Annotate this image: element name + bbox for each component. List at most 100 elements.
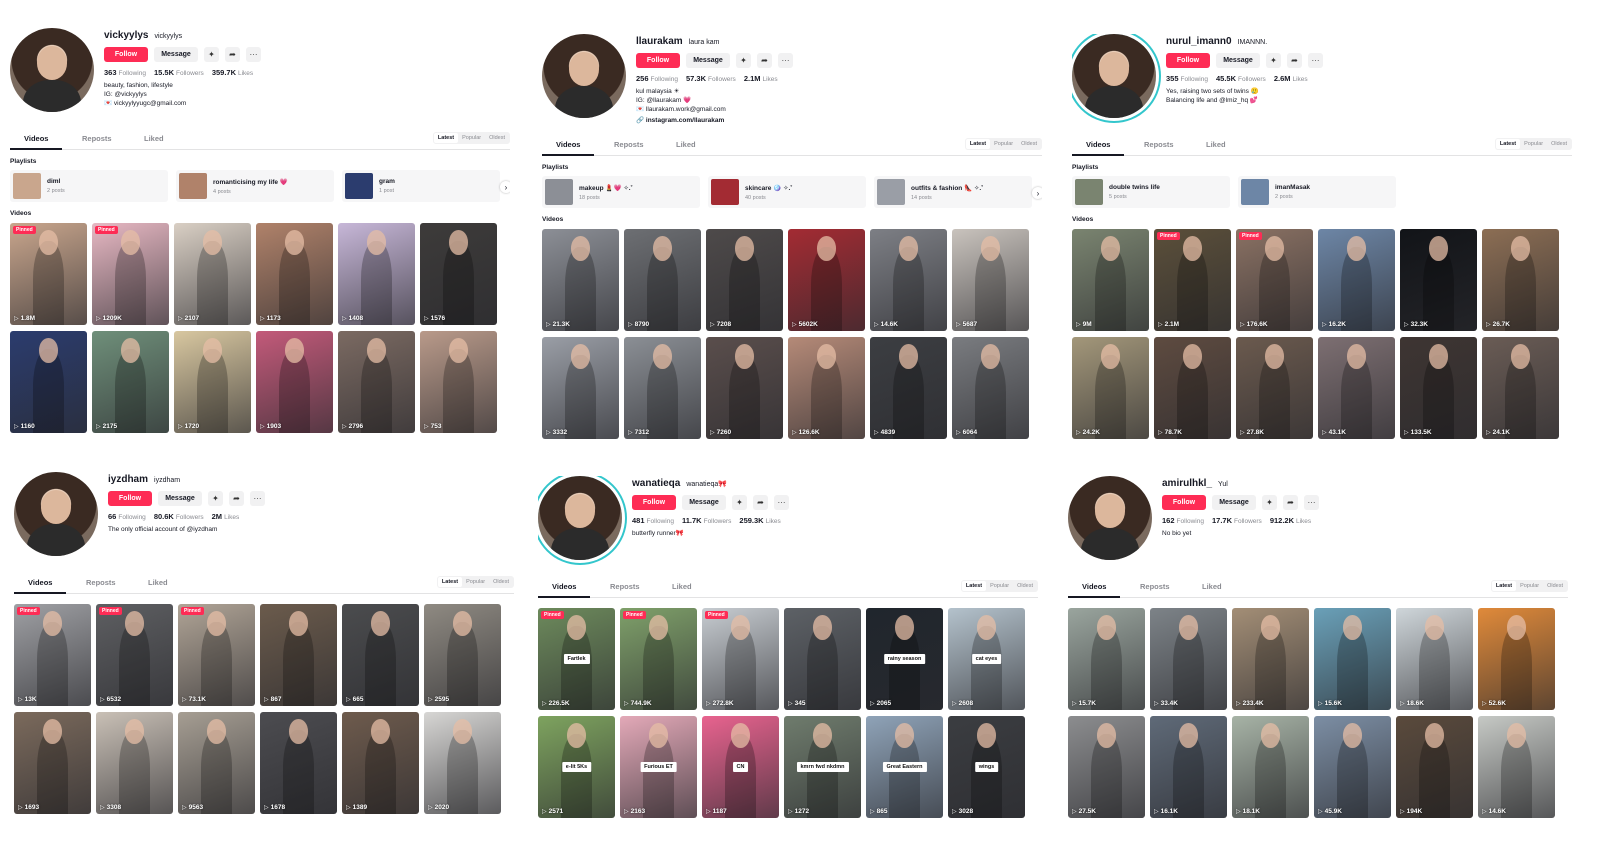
video-tile[interactable]: 8790 bbox=[624, 229, 701, 331]
video-tile[interactable]: 1389 bbox=[342, 712, 419, 814]
sort-oldest[interactable]: Oldest bbox=[1013, 581, 1037, 591]
share-icon[interactable]: ➦ bbox=[753, 495, 768, 510]
share-icon[interactable]: ➦ bbox=[225, 47, 240, 62]
video-tile[interactable]: 15.6K bbox=[1314, 608, 1391, 710]
playlist-card[interactable]: gram 1 post bbox=[342, 170, 500, 202]
add-friend-icon[interactable]: ✦ bbox=[732, 495, 747, 510]
follow-button[interactable]: Follow bbox=[108, 491, 152, 506]
sort-popular[interactable]: Popular bbox=[1516, 581, 1543, 591]
share-icon[interactable]: ➦ bbox=[757, 53, 772, 68]
follow-button[interactable]: Follow bbox=[104, 47, 148, 62]
follow-button[interactable]: Follow bbox=[636, 53, 680, 68]
video-tile[interactable]: 16.1K bbox=[1150, 716, 1227, 818]
video-tile[interactable]: Pinned 73.1K bbox=[178, 604, 255, 706]
sort-popular[interactable]: Popular bbox=[1520, 139, 1547, 149]
video-tile[interactable]: 3332 bbox=[542, 337, 619, 439]
tab-videos[interactable]: Videos bbox=[28, 578, 52, 587]
tab-liked[interactable]: Liked bbox=[1206, 140, 1226, 149]
video-tile[interactable]: Pinned 2.1M bbox=[1154, 229, 1231, 331]
video-tile[interactable]: 24.2K bbox=[1072, 337, 1149, 439]
add-friend-icon[interactable]: ✦ bbox=[1262, 495, 1277, 510]
video-tile[interactable]: 2107 bbox=[174, 223, 251, 325]
video-tile[interactable]: 665 bbox=[342, 604, 419, 706]
avatar[interactable] bbox=[10, 28, 94, 112]
playlist-card[interactable]: diml 2 posts bbox=[10, 170, 168, 202]
video-tile[interactable]: wings 3028 bbox=[948, 716, 1025, 818]
sort-oldest[interactable]: Oldest bbox=[1543, 581, 1567, 591]
tab-reposts[interactable]: Reposts bbox=[610, 582, 640, 591]
playlist-card[interactable]: skincare 🪩 ✧.˚ 40 posts bbox=[708, 176, 866, 208]
message-button[interactable]: Message bbox=[682, 495, 726, 510]
sort-popular[interactable]: Popular bbox=[990, 139, 1017, 149]
video-tile[interactable]: Pinned 1209K bbox=[92, 223, 169, 325]
video-tile[interactable]: Great Eastern 865 bbox=[866, 716, 943, 818]
video-tile[interactable]: Furious ET 2163 bbox=[620, 716, 697, 818]
video-tile[interactable]: 9M bbox=[1072, 229, 1149, 331]
more-icon[interactable]: ··· bbox=[774, 495, 789, 510]
video-tile[interactable]: 2796 bbox=[338, 331, 415, 433]
video-tile[interactable]: 21.3K bbox=[542, 229, 619, 331]
message-button[interactable]: Message bbox=[1212, 495, 1256, 510]
video-tile[interactable]: 5602K bbox=[788, 229, 865, 331]
tab-videos[interactable]: Videos bbox=[556, 140, 580, 149]
video-tile[interactable]: CN 1187 bbox=[702, 716, 779, 818]
video-tile[interactable]: 78.7K bbox=[1154, 337, 1231, 439]
video-tile[interactable]: 6064 bbox=[952, 337, 1029, 439]
more-icon[interactable]: ··· bbox=[778, 53, 793, 68]
sort-oldest[interactable]: Oldest bbox=[1547, 139, 1571, 149]
video-tile[interactable]: 1693 bbox=[14, 712, 91, 814]
sort-popular[interactable]: Popular bbox=[462, 577, 489, 587]
more-icon[interactable]: ··· bbox=[250, 491, 265, 506]
chevron-right-icon[interactable]: › bbox=[1032, 187, 1042, 199]
video-tile[interactable]: kmrn fwd nkdmn 1272 bbox=[784, 716, 861, 818]
video-tile[interactable]: Pinned Fartlek 226.5K bbox=[538, 608, 615, 710]
more-icon[interactable]: ··· bbox=[1304, 495, 1319, 510]
video-tile[interactable]: 2595 bbox=[424, 604, 501, 706]
add-friend-icon[interactable]: ✦ bbox=[736, 53, 751, 68]
video-tile[interactable]: Pinned 1.8M bbox=[10, 223, 87, 325]
message-button[interactable]: Message bbox=[158, 491, 202, 506]
video-tile[interactable]: 2175 bbox=[92, 331, 169, 433]
more-icon[interactable]: ··· bbox=[1308, 53, 1323, 68]
tab-videos[interactable]: Videos bbox=[552, 582, 576, 591]
avatar[interactable] bbox=[538, 476, 622, 560]
tab-reposts[interactable]: Reposts bbox=[1140, 582, 1170, 591]
video-tile[interactable]: Pinned 176.6K bbox=[1236, 229, 1313, 331]
tab-liked[interactable]: Liked bbox=[676, 140, 696, 149]
video-tile[interactable]: 1576 bbox=[420, 223, 497, 325]
video-tile[interactable]: 867 bbox=[260, 604, 337, 706]
video-tile[interactable]: Pinned 13K bbox=[14, 604, 91, 706]
add-friend-icon[interactable]: ✦ bbox=[208, 491, 223, 506]
video-tile[interactable]: 345 bbox=[784, 608, 861, 710]
video-tile[interactable]: Pinned 272.8K bbox=[702, 608, 779, 710]
follow-button[interactable]: Follow bbox=[1166, 53, 1210, 68]
video-tile[interactable]: 7312 bbox=[624, 337, 701, 439]
sort-popular[interactable]: Popular bbox=[458, 133, 485, 143]
video-tile[interactable]: 45.9K bbox=[1314, 716, 1391, 818]
share-icon[interactable]: ➦ bbox=[229, 491, 244, 506]
avatar[interactable] bbox=[14, 472, 98, 556]
video-tile[interactable]: Pinned 6532 bbox=[96, 604, 173, 706]
video-tile[interactable]: 2020 bbox=[424, 712, 501, 814]
message-button[interactable]: Message bbox=[686, 53, 730, 68]
video-tile[interactable]: 14.6K bbox=[1478, 716, 1555, 818]
video-tile[interactable]: 15.7K bbox=[1068, 608, 1145, 710]
video-tile[interactable]: 32.3K bbox=[1400, 229, 1477, 331]
video-tile[interactable]: 1160 bbox=[10, 331, 87, 433]
video-tile[interactable]: e-lit 5Ks 2571 bbox=[538, 716, 615, 818]
video-tile[interactable]: 194K bbox=[1396, 716, 1473, 818]
playlist-card[interactable]: makeup 💄💗 ✧.˚ 18 posts bbox=[542, 176, 700, 208]
tab-reposts[interactable]: Reposts bbox=[1144, 140, 1174, 149]
video-tile[interactable]: 16.2K bbox=[1318, 229, 1395, 331]
tab-reposts[interactable]: Reposts bbox=[614, 140, 644, 149]
tab-videos[interactable]: Videos bbox=[1086, 140, 1110, 149]
follow-button[interactable]: Follow bbox=[632, 495, 676, 510]
playlist-card[interactable]: double twins life 5 posts bbox=[1072, 176, 1230, 208]
sort-latest[interactable]: Latest bbox=[1491, 581, 1517, 591]
video-tile[interactable]: rainy season 2065 bbox=[866, 608, 943, 710]
video-tile[interactable]: 1903 bbox=[256, 331, 333, 433]
video-tile[interactable]: 43.1K bbox=[1318, 337, 1395, 439]
sort-latest[interactable]: Latest bbox=[437, 577, 463, 587]
sort-latest[interactable]: Latest bbox=[433, 133, 459, 143]
video-tile[interactable]: 24.1K bbox=[1482, 337, 1559, 439]
